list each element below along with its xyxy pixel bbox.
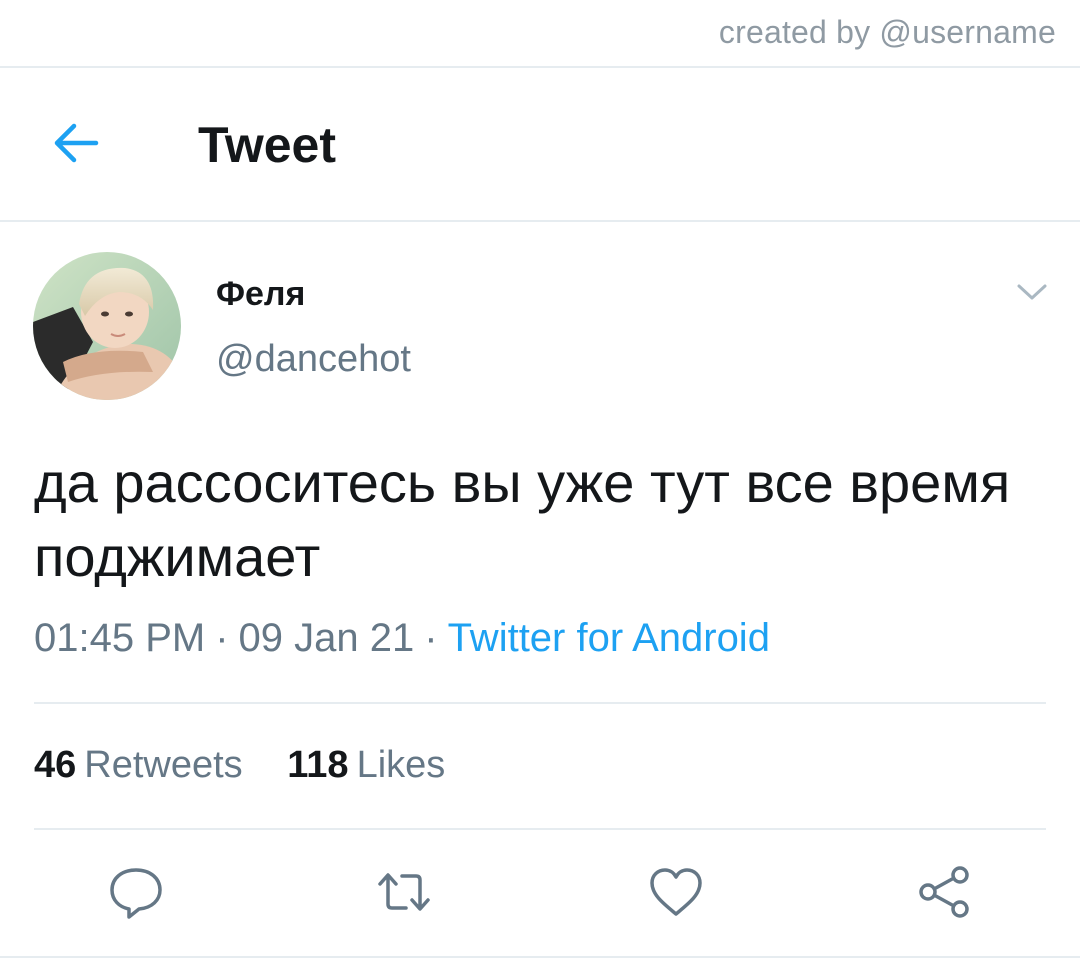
like-button[interactable] bbox=[646, 862, 706, 922]
share-icon bbox=[919, 866, 969, 918]
share-button[interactable] bbox=[914, 862, 974, 922]
tweet-meta: 01:45 PM · 09 Jan 21 · Twitter for Android bbox=[34, 616, 770, 661]
tweet-date: 09 Jan 21 bbox=[238, 616, 415, 660]
arrow-left-icon bbox=[54, 123, 99, 163]
page-header: Tweet bbox=[0, 68, 1080, 220]
likes-count: 118 bbox=[287, 744, 349, 786]
author-handle[interactable]: @dancehot bbox=[216, 338, 411, 381]
header-divider bbox=[0, 220, 1080, 222]
author-display-name[interactable]: Феля bbox=[216, 275, 305, 314]
retweet-icon bbox=[378, 873, 430, 911]
meta-separator: · bbox=[215, 616, 229, 660]
reply-button[interactable] bbox=[106, 862, 166, 922]
retweet-button[interactable] bbox=[374, 862, 434, 922]
heart-icon bbox=[650, 868, 702, 916]
avatar[interactable] bbox=[33, 252, 181, 400]
retweets-count: 46 bbox=[34, 744, 77, 786]
chevron-down-icon bbox=[1017, 284, 1047, 300]
stats-bottom-divider bbox=[34, 828, 1046, 830]
meta-separator: · bbox=[424, 616, 438, 660]
back-button[interactable] bbox=[46, 118, 106, 168]
retweets-label: Retweets bbox=[84, 744, 243, 786]
likes-stat[interactable]: 118 Likes bbox=[287, 744, 445, 787]
watermark-credit: created by @username bbox=[718, 14, 1056, 50]
tweet-source-link[interactable]: Twitter for Android bbox=[448, 616, 770, 660]
tweet-actions bbox=[0, 862, 1080, 922]
tweet-menu-button[interactable] bbox=[1014, 278, 1050, 306]
retweets-stat[interactable]: 46 Retweets bbox=[34, 744, 243, 787]
avatar-photo bbox=[33, 252, 181, 400]
reply-icon bbox=[110, 868, 162, 919]
tweet-time: 01:45 PM bbox=[34, 616, 206, 660]
stats-top-divider bbox=[34, 702, 1046, 704]
tweet-text: да рассоситесь вы уже тут все время подж… bbox=[34, 451, 1011, 588]
tweet-stats: 46 Retweets 118 Likes bbox=[34, 744, 445, 787]
page-title: Tweet bbox=[198, 117, 336, 173]
bottom-divider bbox=[0, 956, 1080, 958]
likes-label: Likes bbox=[356, 744, 446, 786]
